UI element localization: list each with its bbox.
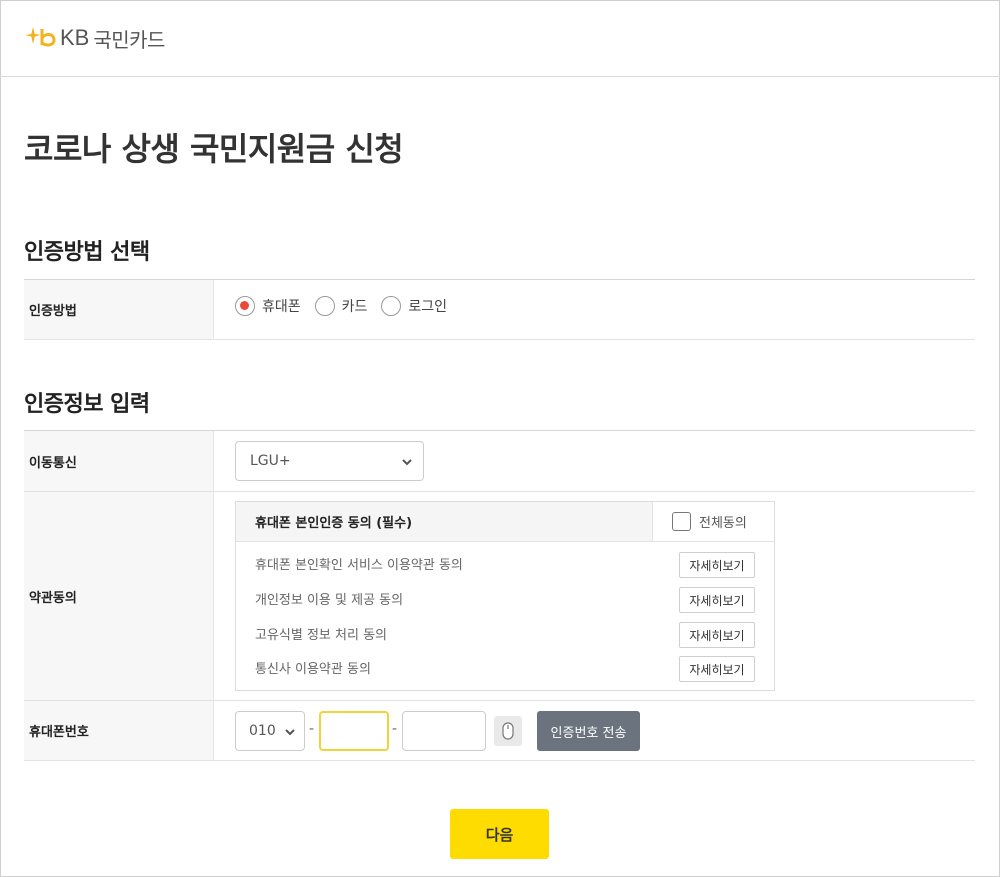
terms-item-label: 고유식별 정보 처리 동의 xyxy=(255,628,387,643)
logo-text: 국민카드 xyxy=(93,27,165,52)
terms-row: 약관동의 휴대폰 본인인증 동의 (필수) 전체동의 휴대폰 본인확인 서비스 … xyxy=(24,492,975,701)
agree-all-checkbox[interactable] xyxy=(672,512,691,531)
radio-card[interactable]: 카드 xyxy=(314,296,368,316)
header: KB 국민카드 xyxy=(0,0,1000,77)
terms-label: 약관동의 xyxy=(24,492,214,700)
next-button[interactable]: 다음 xyxy=(450,809,549,859)
logo[interactable]: KB 국민카드 xyxy=(24,24,165,52)
secure-keypad-button[interactable] xyxy=(494,716,522,746)
terms-item: 통신사 이용약관 동의 자세히보기 xyxy=(236,647,774,682)
phone-prefix-select[interactable]: 010 xyxy=(235,711,305,751)
phone-separator: - xyxy=(309,721,315,737)
phone-label: 휴대폰번호 xyxy=(24,701,214,760)
terms-item: 고유식별 정보 처리 동의 자세히보기 xyxy=(236,613,774,648)
terms-header: 휴대폰 본인인증 동의 (필수) 전체동의 xyxy=(236,502,774,542)
agree-all[interactable]: 전체동의 xyxy=(653,502,774,541)
radio-phone-label: 휴대폰 xyxy=(262,299,301,315)
carrier-cell: LGU+ xyxy=(214,431,975,491)
phone-row: 휴대폰번호 010 - - 인증번호 전송 xyxy=(24,701,975,761)
auth-method-section-title: 인증방법 선택 xyxy=(24,240,150,265)
terms-cell: 휴대폰 본인인증 동의 (필수) 전체동의 휴대폰 본인확인 서비스 이용약관 … xyxy=(214,492,975,700)
logo-kb-text: KB xyxy=(60,25,90,50)
phone-prefix-value: 010 xyxy=(249,723,276,739)
terms-detail-button[interactable]: 자세히보기 xyxy=(679,622,755,648)
auth-method-radio-group: 휴대폰 카드 로그인 xyxy=(235,296,461,316)
carrier-label: 이동통신 xyxy=(24,431,214,491)
phone-cell: 010 - - 인증번호 전송 xyxy=(214,701,975,760)
carrier-select-value: LGU+ xyxy=(250,453,291,469)
auth-method-row: 인증방법 휴대폰 카드 로그인 xyxy=(24,280,975,340)
terms-item-label: 통신사 이용약관 동의 xyxy=(255,662,371,677)
auth-method-label: 인증방법 xyxy=(24,280,214,339)
chevron-down-icon xyxy=(285,729,295,736)
radio-login[interactable]: 로그인 xyxy=(381,296,447,316)
terms-item-label: 개인정보 이용 및 제공 동의 xyxy=(255,593,404,608)
agree-all-label: 전체동의 xyxy=(699,516,747,531)
radio-login-circle[interactable] xyxy=(381,296,402,316)
mouse-icon xyxy=(502,722,514,740)
radio-login-label: 로그인 xyxy=(408,299,448,315)
auth-method-table: 인증방법 휴대폰 카드 로그인 xyxy=(24,279,975,340)
chevron-down-icon xyxy=(402,459,412,466)
carrier-row: 이동통신 LGU+ xyxy=(24,431,975,492)
terms-header-title: 휴대폰 본인인증 동의 (필수) xyxy=(236,502,653,541)
radio-phone[interactable]: 휴대폰 xyxy=(235,296,301,316)
phone-separator: - xyxy=(392,721,398,737)
auth-info-section-title: 인증정보 입력 xyxy=(24,392,150,417)
terms-item-label: 휴대폰 본인확인 서비스 이용약관 동의 xyxy=(255,558,463,573)
terms-detail-button[interactable]: 자세히보기 xyxy=(679,656,755,682)
radio-card-label: 카드 xyxy=(341,299,368,315)
auth-method-cell: 휴대폰 카드 로그인 xyxy=(214,280,975,339)
terms-item: 개인정보 이용 및 제공 동의 자세히보기 xyxy=(236,578,774,613)
phone-middle-input[interactable] xyxy=(319,711,389,751)
radio-phone-circle[interactable] xyxy=(235,296,255,316)
send-auth-code-button[interactable]: 인증번호 전송 xyxy=(537,711,640,751)
page-title: 코로나 상생 국민지원금 신청 xyxy=(24,130,404,168)
radio-card-circle[interactable] xyxy=(314,296,335,316)
carrier-select[interactable]: LGU+ xyxy=(235,441,424,481)
terms-box: 휴대폰 본인인증 동의 (필수) 전체동의 휴대폰 본인확인 서비스 이용약관 … xyxy=(235,501,775,691)
auth-info-table: 이동통신 LGU+ 약관동의 휴대폰 본인인증 동의 (필수) 전체동의 휴대폰… xyxy=(24,430,975,761)
terms-detail-button[interactable]: 자세히보기 xyxy=(679,587,755,613)
phone-last-input[interactable] xyxy=(402,711,486,751)
terms-detail-button[interactable]: 자세히보기 xyxy=(679,552,755,578)
kb-star-logo-icon xyxy=(25,27,56,47)
terms-item: 휴대폰 본인확인 서비스 이용약관 동의 자세히보기 xyxy=(236,543,774,578)
